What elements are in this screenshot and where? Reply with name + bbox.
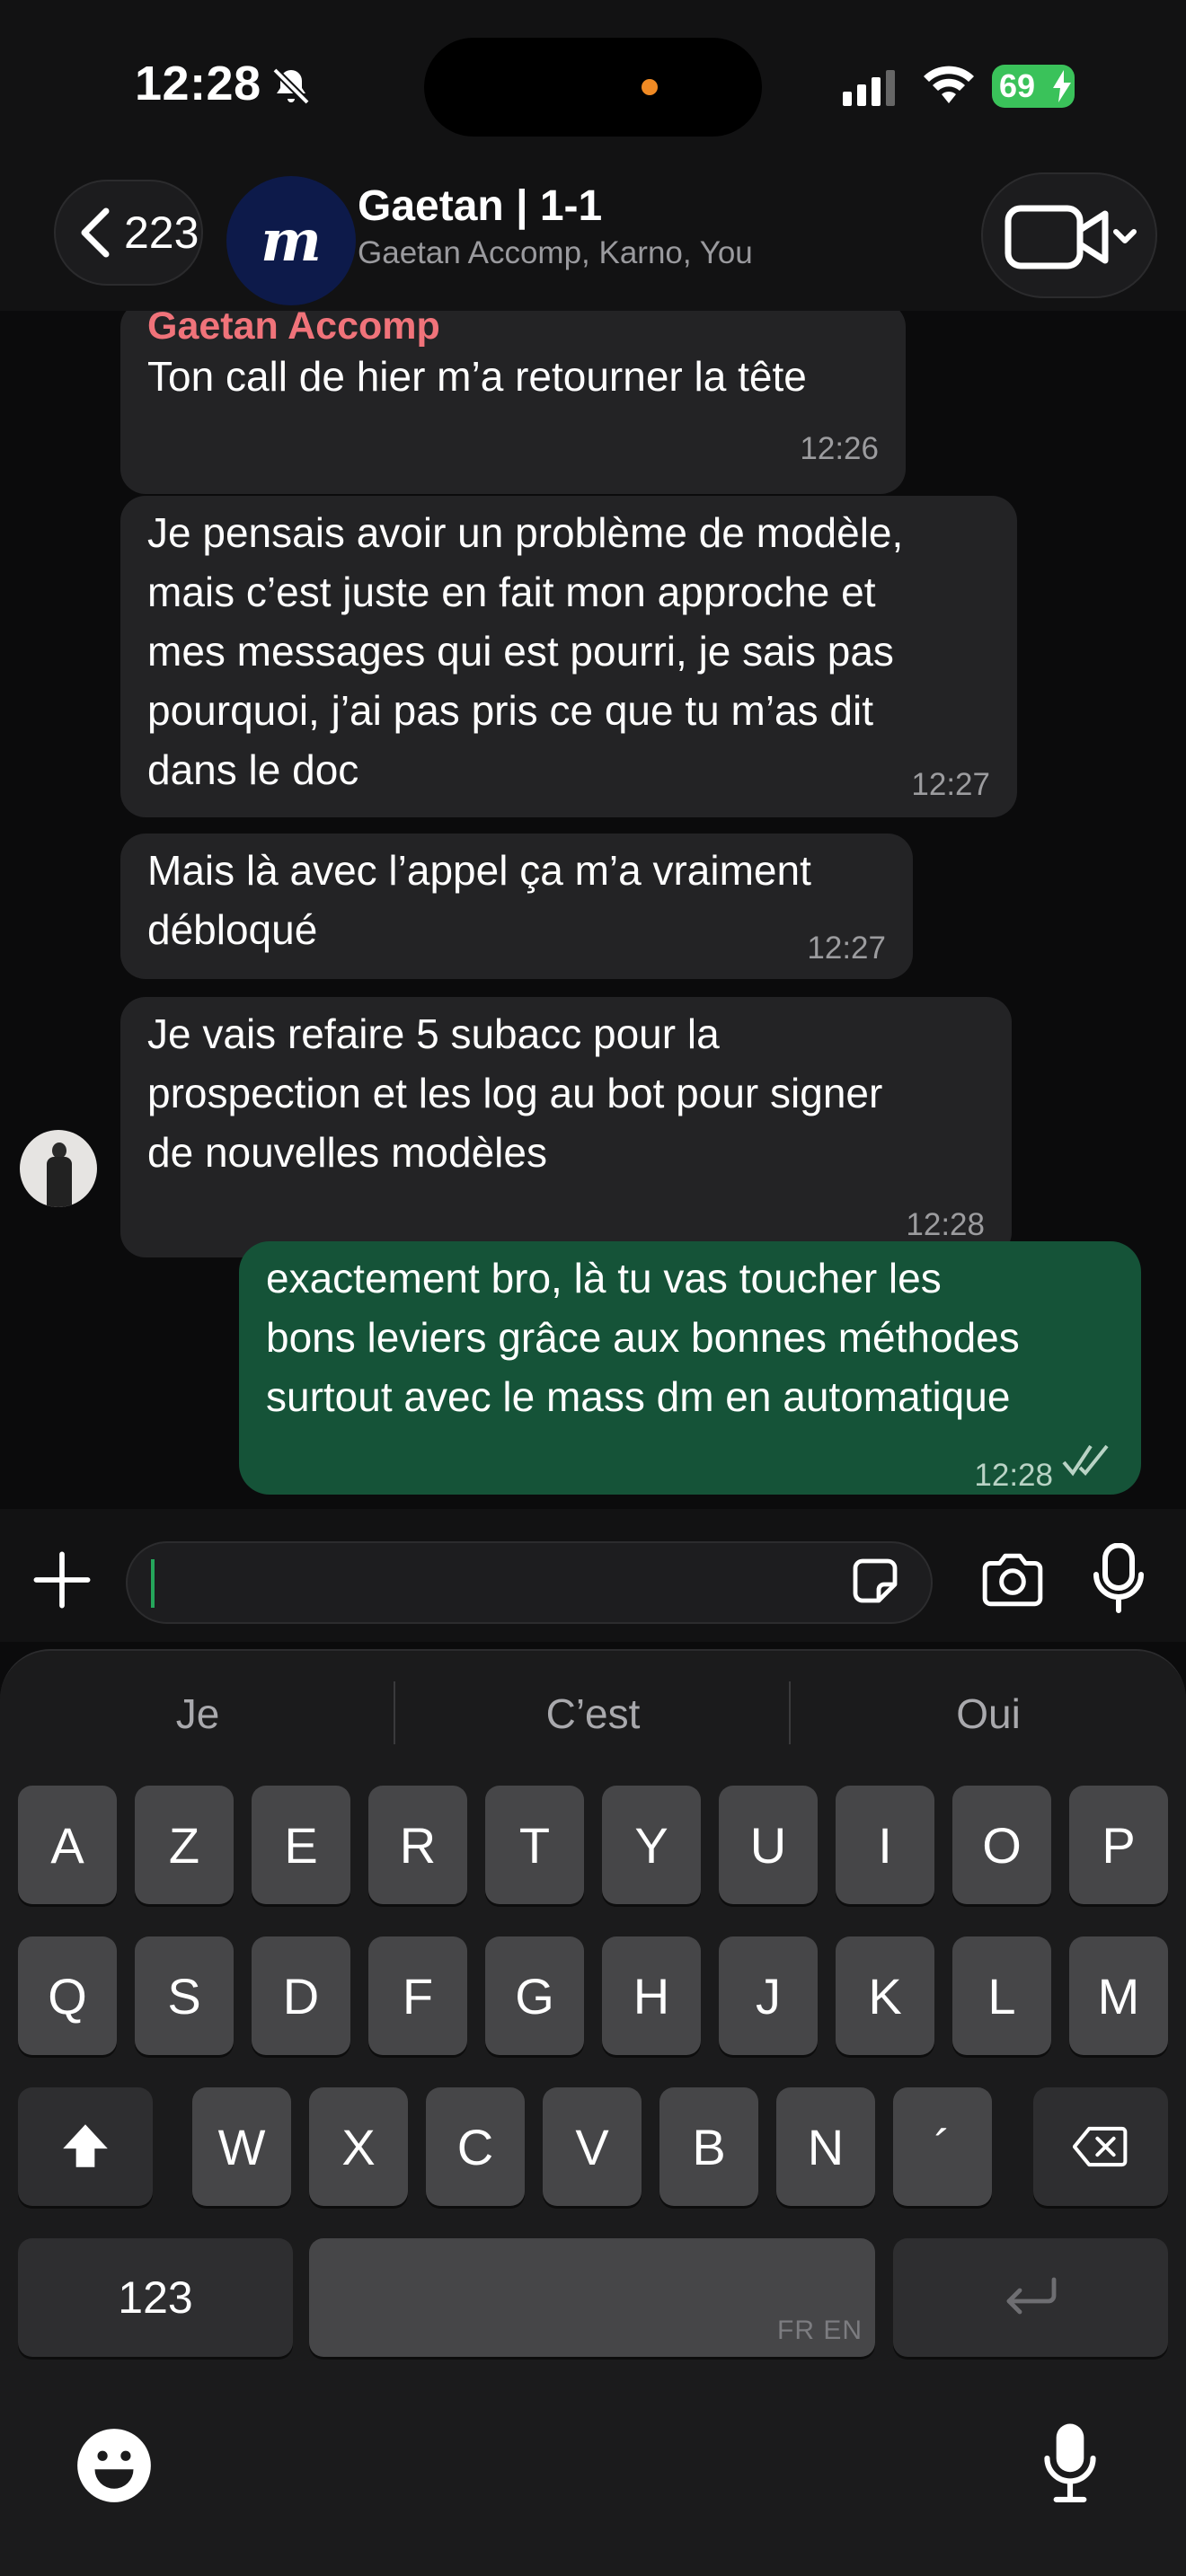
key-k[interactable]: K	[836, 1936, 934, 2055]
key-w[interactable]: W	[192, 2087, 291, 2206]
space-key[interactable]: FR EN	[309, 2238, 875, 2357]
key-s[interactable]: S	[135, 1936, 234, 2055]
key-a[interactable]: A	[18, 1786, 117, 1904]
battery-level: 69	[999, 67, 1036, 104]
message-time: 12:28	[974, 1458, 1053, 1493]
key-g[interactable]: G	[485, 1936, 584, 2055]
key-e[interactable]: E	[252, 1786, 350, 1904]
key-q[interactable]: Q	[18, 1936, 117, 2055]
video-camera-icon	[1005, 205, 1137, 269]
chevron-left-icon	[81, 207, 110, 258]
suggestion-1[interactable]: Je	[0, 1680, 395, 1748]
back-button[interactable]: 223	[54, 180, 203, 286]
shift-icon	[63, 2124, 108, 2167]
read-receipt-icon	[1062, 1444, 1109, 1477]
emoji-icon[interactable]	[75, 2427, 153, 2504]
plus-icon[interactable]	[32, 1550, 92, 1610]
suggestion-2[interactable]: C’est	[395, 1680, 791, 1748]
privacy-indicator-dot	[642, 79, 658, 95]
message-text: Je vais refaire 5 subacc pour la prospec…	[147, 1010, 883, 1176]
key-o[interactable]: O	[952, 1786, 1051, 1904]
key-r[interactable]: R	[368, 1786, 467, 1904]
message-time: 12:27	[911, 767, 990, 802]
key-j[interactable]: J	[719, 1936, 818, 2055]
key-accent[interactable]: ´	[893, 2087, 992, 2206]
charging-bolt-icon	[1053, 70, 1071, 102]
message-time: 12:26	[800, 431, 879, 466]
key-x[interactable]: X	[309, 2087, 408, 2206]
key-i[interactable]: I	[836, 1786, 934, 1904]
text-caret	[151, 1559, 155, 1608]
camera-icon[interactable]	[979, 1550, 1046, 1610]
key-t[interactable]: T	[485, 1786, 584, 1904]
delete-key[interactable]	[1033, 2087, 1168, 2206]
cellular-signal-icon	[843, 70, 895, 106]
video-call-button[interactable]	[981, 172, 1157, 298]
key-d[interactable]: D	[252, 1936, 350, 2055]
return-icon	[1006, 2277, 1057, 2315]
message-text: Je pensais avoir un problème de modèle, …	[147, 509, 904, 793]
return-key[interactable]	[893, 2238, 1168, 2357]
message-bubble[interactable]: Gaetan Accomp Ton call de hier m’a retou…	[120, 311, 906, 494]
microphone-icon[interactable]	[1091, 1543, 1146, 1615]
backspace-icon	[1073, 2126, 1128, 2167]
key-z[interactable]: Z	[135, 1786, 234, 1904]
dictation-microphone-icon[interactable]	[1042, 2422, 1098, 2504]
key-f[interactable]: F	[368, 1936, 467, 2055]
outgoing-message-bubble[interactable]: exactement bro, là tu vas toucher les bo…	[239, 1241, 1141, 1495]
chat-participants[interactable]: Gaetan Accomp, Karno, You	[358, 235, 753, 271]
numbers-key[interactable]: 123	[18, 2238, 293, 2357]
shift-key[interactable]	[18, 2087, 153, 2206]
message-time: 12:27	[807, 931, 886, 966]
message-list[interactable]: Gaetan Accomp Ton call de hier m’a retou…	[0, 311, 1186, 1509]
group-avatar-logo: m	[261, 207, 322, 275]
key-c[interactable]: C	[426, 2087, 525, 2206]
message-text: Mais là avec l’appel ça m’a vraiment déb…	[147, 847, 811, 953]
sender-avatar[interactable]	[20, 1130, 97, 1207]
message-bubble[interactable]: Je vais refaire 5 subacc pour la prospec…	[120, 997, 1012, 1257]
key-v[interactable]: V	[543, 2087, 642, 2206]
key-l[interactable]: L	[952, 1936, 1051, 2055]
dynamic-island	[424, 38, 762, 137]
unread-count: 223	[124, 207, 199, 258]
suggestion-3[interactable]: Oui	[791, 1680, 1186, 1748]
key-m[interactable]: M	[1069, 1936, 1168, 2055]
message-bubble[interactable]: Je pensais avoir un problème de modèle, …	[120, 496, 1017, 817]
message-input[interactable]	[126, 1541, 933, 1624]
sender-name: Gaetan Accomp	[147, 311, 440, 348]
key-y[interactable]: Y	[602, 1786, 701, 1904]
group-avatar[interactable]: m	[226, 176, 356, 305]
wifi-icon	[924, 66, 974, 103]
key-p[interactable]: P	[1069, 1786, 1168, 1904]
key-n[interactable]: N	[776, 2087, 875, 2206]
message-text: Ton call de hier m’a retourner la tête	[147, 353, 807, 400]
key-b[interactable]: B	[659, 2087, 758, 2206]
bell-muted-icon	[272, 67, 310, 105]
sticker-icon[interactable]	[848, 1554, 902, 1608]
keyboard-language: FR EN	[777, 2316, 863, 2345]
chat-title[interactable]: Gaetan | 1-1	[358, 181, 602, 231]
key-h[interactable]: H	[602, 1936, 701, 2055]
message-bubble[interactable]: Mais là avec l’appel ça m’a vraiment déb…	[120, 834, 913, 979]
message-time: 12:28	[906, 1207, 985, 1242]
status-time: 12:28	[135, 57, 261, 110]
message-text: exactement bro, là tu vas toucher les bo…	[266, 1255, 1020, 1420]
key-u[interactable]: U	[719, 1786, 818, 1904]
